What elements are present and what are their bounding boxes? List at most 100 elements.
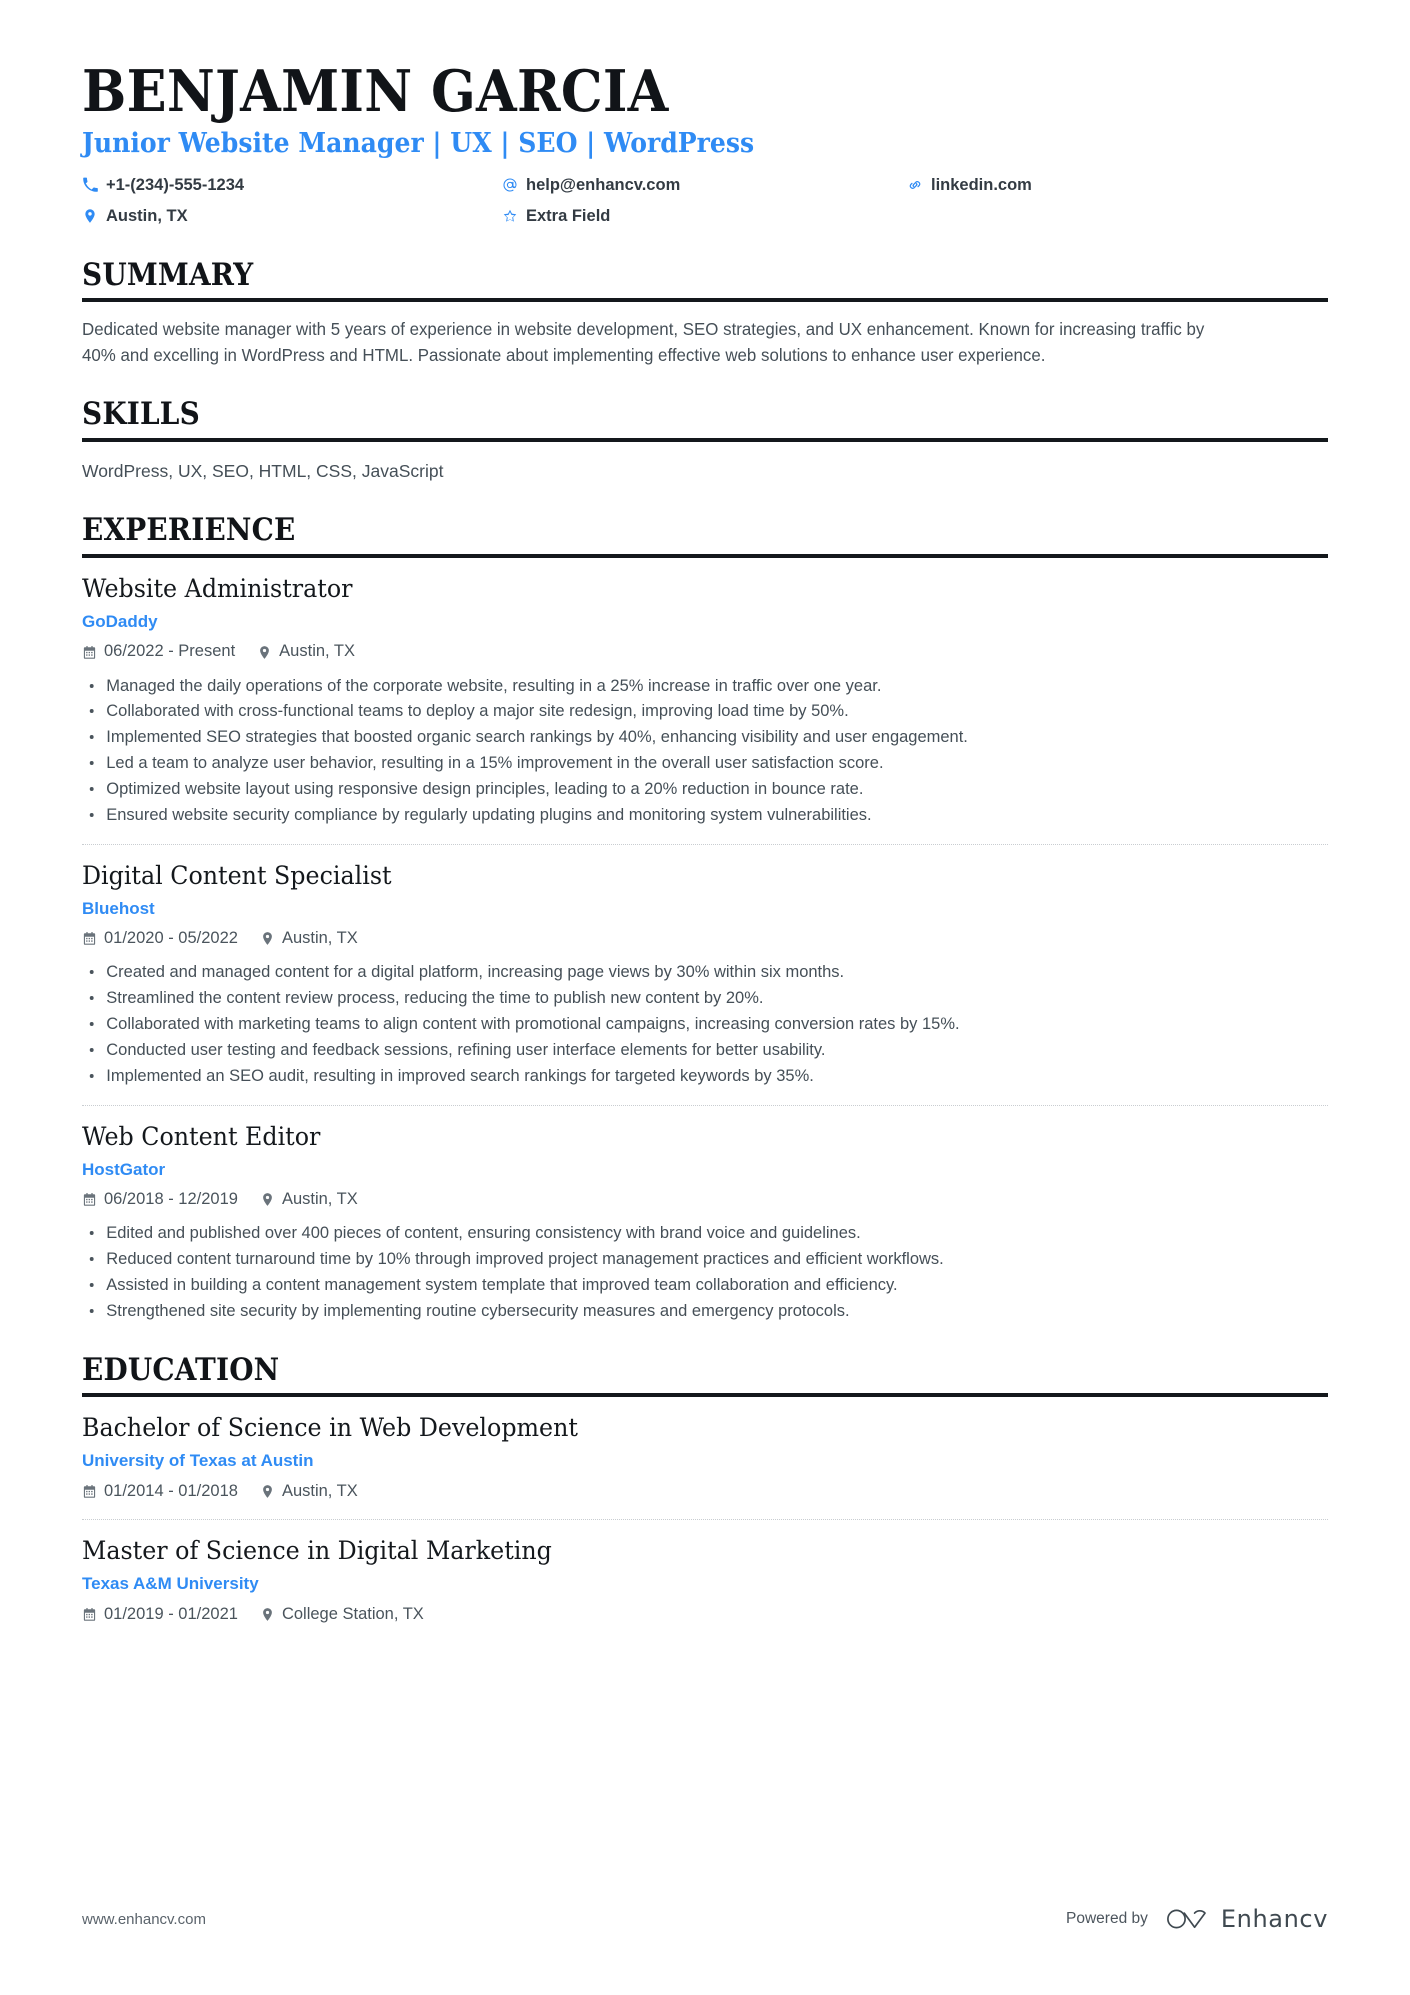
section-experience: EXPERIENCE Website Administrator GoDaddy 0…	[82, 512, 1328, 1324]
education-entry-location: College Station, TX	[260, 1603, 424, 1626]
section-rule	[82, 297, 1328, 302]
location-icon	[260, 1607, 275, 1622]
experience-entry-meta: 06/2022 - Present Austin, TX	[82, 640, 1328, 663]
calendar-icon	[82, 1192, 97, 1207]
experience-entry: Digital Content Specialist Bluehost 01/202…	[82, 845, 1328, 1089]
experience-entry-location: Austin, TX	[257, 640, 355, 663]
education-entry: Bachelor of Science in Web Development Un…	[82, 1397, 1328, 1503]
education-entry-title: Master of Science in Digital Marketing	[82, 1536, 552, 1566]
education-entry-title: Bachelor of Science in Web Development	[82, 1413, 578, 1443]
education-entry-meta: 01/2014 - 01/2018 Austin, TX	[82, 1480, 1328, 1503]
bullet-item: Edited and published over 400 pieces of …	[82, 1220, 1291, 1246]
email-icon	[502, 177, 518, 193]
section-title-skills: SKILLS	[82, 396, 200, 433]
education-entry-dates-text: 01/2019 - 01/2021	[104, 1604, 238, 1623]
education-entry-dates-text: 01/2014 - 01/2018	[104, 1482, 238, 1501]
experience-entry-dates: 01/2020 - 05/2022	[82, 927, 238, 950]
bullet-item: Created and managed content for a digita…	[82, 959, 1291, 985]
phone-icon	[82, 177, 98, 193]
location-icon	[257, 645, 272, 660]
section-skills: SKILLS WordPress, UX, SEO, HTML, CSS, Ja…	[82, 398, 1328, 484]
experience-entry-bullets: Edited and published over 400 pieces of …	[82, 1220, 1328, 1323]
resume-page: BENJAMIN GARCIA Junior Website Manager |…	[0, 0, 1410, 1995]
education-entry-location: Austin, TX	[260, 1480, 358, 1503]
contact-email[interactable]: help@enhancv.com	[502, 173, 907, 198]
experience-entry-dates-text: 06/2022 - Present	[104, 642, 236, 661]
experience-entry-organization[interactable]: Bluehost	[82, 897, 1328, 921]
candidate-headline: Junior Website Manager | UX | SEO | Word…	[82, 128, 755, 160]
contact-phone-text: +1-(234)-555-1234	[106, 176, 245, 195]
location-icon	[82, 208, 98, 224]
bullet-item: Reduced content turnaround time by 10% t…	[82, 1246, 1291, 1272]
candidate-name: BENJAMIN GARCIA	[82, 58, 669, 125]
section-title-education: EDUCATION	[82, 1351, 280, 1388]
summary-text: Dedicated website manager with 5 years o…	[82, 318, 1205, 366]
section-title-experience: EXPERIENCE	[82, 512, 296, 549]
experience-entry-dates: 06/2018 - 12/2019	[82, 1188, 238, 1211]
calendar-icon	[82, 645, 97, 660]
contact-location-text: Austin, TX	[106, 206, 188, 225]
experience-entry-location-text: Austin, TX	[281, 1190, 358, 1209]
experience-entry-location-text: Austin, TX	[281, 929, 358, 948]
footer-url[interactable]: www.enhancv.com	[82, 1911, 206, 1928]
calendar-icon	[82, 931, 97, 946]
experience-entry-meta: 06/2018 - 12/2019 Austin, TX	[82, 1188, 1328, 1211]
contact-location[interactable]: Austin, TX	[82, 204, 502, 229]
resume-header: BENJAMIN GARCIA Junior Website Manager |…	[82, 62, 1328, 229]
footer-branding: Powered by Enhancv	[1066, 1905, 1328, 1933]
experience-entry-title: Web Content Editor	[82, 1121, 321, 1151]
bullet-item: Managed the daily operations of the corp…	[82, 673, 1291, 699]
experience-entry-title: Digital Content Specialist	[82, 860, 392, 890]
experience-entry-bullets: Created and managed content for a digita…	[82, 959, 1328, 1088]
experience-entry-title: Website Administrator	[82, 573, 353, 603]
experience-entry-meta: 01/2020 - 05/2022 Austin, TX	[82, 927, 1328, 950]
skills-list: WordPress, UX, SEO, HTML, CSS, JavaScrip…	[82, 460, 444, 481]
enhancv-mark-icon	[1165, 1906, 1211, 1932]
experience-entry: Web Content Editor HostGator 06/2018 - 12/…	[82, 1106, 1328, 1324]
bullet-item: Ensured website security compliance by r…	[82, 802, 1291, 828]
bullet-item: Led a team to analyze user behavior, res…	[82, 750, 1291, 776]
section-rule	[82, 437, 1328, 442]
section-education: EDUCATION Bachelor of Science in Web Dev…	[82, 1351, 1328, 1626]
bullet-item: Assisted in building a content managemen…	[82, 1272, 1291, 1298]
contact-extra-field[interactable]: Extra Field	[502, 204, 907, 229]
experience-entry-list: Website Administrator GoDaddy 06/2022 - Pr…	[82, 558, 1328, 1324]
bullet-item: Implemented SEO strategies that boosted …	[82, 724, 1291, 750]
experience-entry-location-text: Austin, TX	[279, 642, 355, 661]
enhancv-wordmark: Enhancv	[1220, 1905, 1328, 1933]
education-entry-dates: 01/2014 - 01/2018	[82, 1480, 238, 1503]
location-icon	[260, 931, 275, 946]
calendar-icon	[82, 1484, 97, 1499]
bullet-item: Strengthened site security by implementi…	[82, 1298, 1291, 1324]
link-icon	[907, 177, 923, 193]
bullet-item: Collaborated with cross-functional teams…	[82, 698, 1291, 724]
calendar-icon	[82, 1607, 97, 1622]
education-entry: Master of Science in Digital Marketing Te…	[82, 1520, 1328, 1626]
experience-entry-organization[interactable]: GoDaddy	[82, 610, 1328, 634]
enhancv-logo[interactable]: Enhancv	[1165, 1905, 1328, 1933]
contact-link-text: linkedin.com	[931, 176, 1032, 195]
section-title-summary: SUMMARY	[82, 256, 254, 293]
contact-details: +1-(234)-555-1234 help@enhancv.com linke…	[82, 173, 1328, 229]
experience-entry-bullets: Managed the daily operations of the corp…	[82, 673, 1328, 828]
education-entry-organization[interactable]: University of Texas at Austin	[82, 1449, 1328, 1473]
bullet-item: Collaborated with marketing teams to ali…	[82, 1011, 1291, 1037]
bullet-item: Optimized website layout using responsiv…	[82, 776, 1291, 802]
education-entry-location-text: Austin, TX	[281, 1482, 358, 1501]
bullet-item: Implemented an SEO audit, resulting in i…	[82, 1063, 1291, 1089]
section-summary: SUMMARY Dedicated website manager with 5…	[82, 256, 1328, 369]
education-entry-list: Bachelor of Science in Web Development Un…	[82, 1397, 1328, 1626]
contact-phone[interactable]: +1-(234)-555-1234	[82, 173, 502, 198]
location-icon	[260, 1192, 275, 1207]
experience-entry-organization[interactable]: HostGator	[82, 1158, 1328, 1182]
bullet-item: Conducted user testing and feedback sess…	[82, 1037, 1291, 1063]
contact-link[interactable]: linkedin.com	[907, 173, 1328, 198]
education-entry-organization[interactable]: Texas A&M University	[82, 1572, 1328, 1596]
education-entry-dates: 01/2019 - 01/2021	[82, 1603, 238, 1626]
bullet-item: Streamlined the content review process, …	[82, 985, 1291, 1011]
experience-entry-dates-text: 01/2020 - 05/2022	[104, 929, 238, 948]
powered-by-label: Powered by	[1066, 1910, 1148, 1927]
star-icon	[502, 208, 518, 224]
experience-entry-dates-text: 06/2018 - 12/2019	[104, 1190, 238, 1209]
resume-footer: www.enhancv.com Powered by Enhancv	[82, 1905, 1328, 1933]
